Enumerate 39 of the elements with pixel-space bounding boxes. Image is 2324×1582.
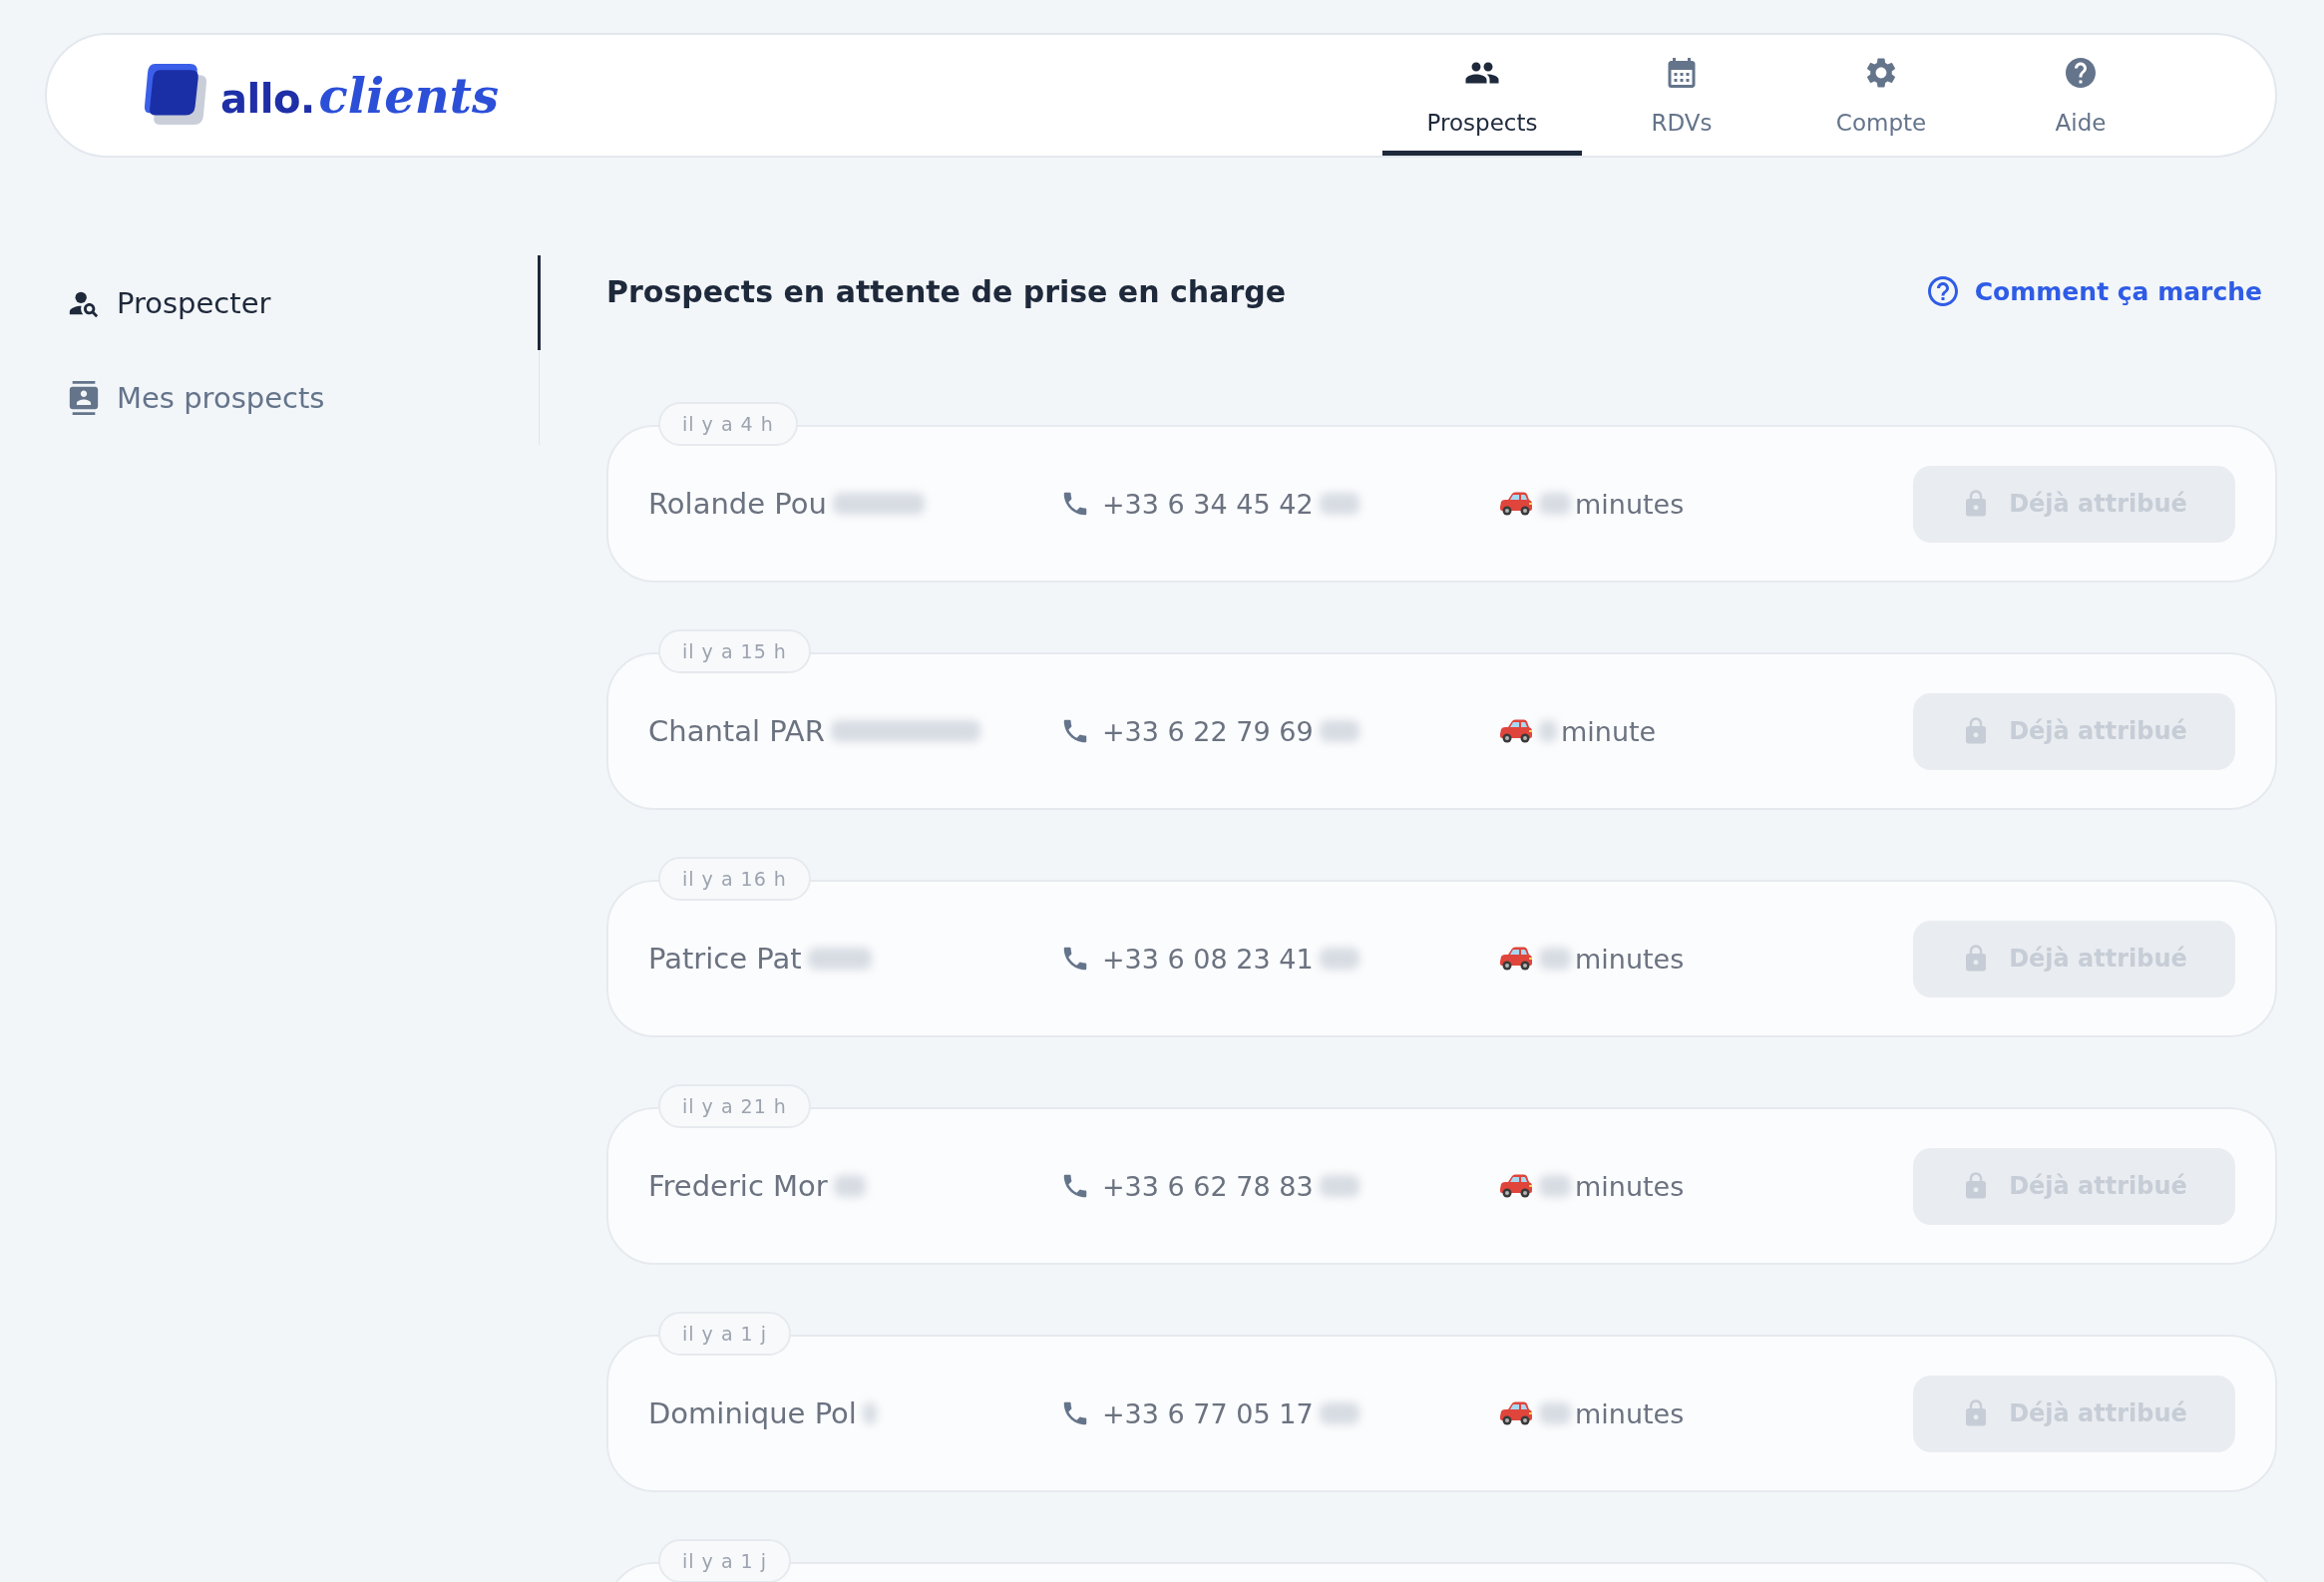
time-ago-badge: il y a 1 j	[658, 1312, 791, 1356]
logo-wordmark: allo.clients	[220, 71, 499, 120]
car-icon	[1499, 947, 1533, 971]
time-ago-badge: il y a 21 h	[658, 1084, 811, 1128]
phone-number: +33 6 34 45 42	[1102, 488, 1314, 520]
prospect-name: Frederic Mor	[648, 1169, 828, 1203]
help-icon	[2063, 55, 2099, 91]
phone-number: +33 6 62 78 83	[1102, 1170, 1314, 1202]
time-ago-badge: il y a 15 h	[658, 629, 811, 673]
car-icon	[1499, 1174, 1533, 1198]
nav-tab[interactable]: Prospects	[1382, 35, 1582, 156]
sidebar-item-label: Mes prospects	[117, 380, 325, 415]
sidebar-item[interactable]: Mes prospects	[45, 350, 541, 445]
prospect-name: Patrice Pat	[648, 942, 802, 976]
travel-time-unit: minutes	[1575, 943, 1685, 975]
page-title: Prospects en attente de prise en charge	[606, 273, 1287, 309]
travel-time-unit: minutes	[1575, 1170, 1685, 1202]
nav-tab[interactable]: Compte	[1781, 35, 1981, 156]
travel-time-unit: minutes	[1575, 488, 1685, 520]
car-icon	[1499, 1401, 1533, 1425]
time-ago-badge: il y a 1 j	[658, 1539, 791, 1582]
sidebar-item[interactable]: Prospecter	[45, 255, 541, 350]
time-ago-badge: il y a 16 h	[658, 857, 811, 901]
travel-time-unit: minutes	[1575, 1397, 1685, 1429]
phone-number: +33 6 22 79 69	[1102, 715, 1314, 747]
car-icon	[1499, 492, 1533, 516]
prospect-name: Chantal PAR	[648, 714, 825, 748]
nav-tab[interactable]: Aide	[1981, 35, 2180, 156]
phone-number: +33 6 77 05 17	[1102, 1397, 1314, 1429]
nav-tab[interactable]: RDVs	[1582, 35, 1781, 156]
travel-time-unit: minute	[1561, 715, 1657, 747]
time-ago-badge: il y a 4 h	[658, 402, 798, 446]
prospect-name: Dominique Pol	[648, 1396, 857, 1430]
contact-card-icon	[67, 380, 101, 415]
car-icon	[1499, 719, 1533, 743]
phone-number: +33 6 08 23 41	[1102, 943, 1314, 975]
prospect-name: Rolande Pou	[648, 487, 827, 521]
sidebar-item-label: Prospecter	[117, 285, 271, 320]
help-link[interactable]: Comment ça marche	[1924, 273, 2262, 309]
